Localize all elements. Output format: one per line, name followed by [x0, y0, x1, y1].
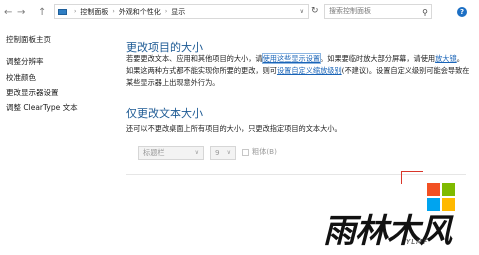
breadcrumb-separator: ›: [164, 8, 168, 15]
annotation-line: [401, 171, 402, 184]
refresh-button[interactable]: ↻: [311, 6, 319, 16]
text-size-description: 还可以不更改桌面上所有项目的大小，只更改指定项目的文本大小。: [126, 124, 342, 133]
chevron-down-icon: ∨: [226, 149, 231, 156]
section-title-text-size: 仅更改文本大小: [126, 107, 203, 120]
divider: [126, 174, 466, 175]
font-size-select[interactable]: 9 ∨: [210, 146, 236, 160]
sidebar-item-resolution[interactable]: 调整分辨率: [6, 56, 44, 67]
search-placeholder: 搜索控制面板: [329, 7, 371, 15]
breadcrumb-display[interactable]: 显示: [171, 7, 185, 17]
bold-checkbox[interactable]: [242, 149, 249, 156]
back-button[interactable]: ←: [4, 8, 12, 18]
display-settings-link[interactable]: 使用这些显示设置: [261, 53, 322, 64]
sidebar-item-display-settings[interactable]: 更改显示器设置: [6, 87, 59, 98]
sidebar-item-home[interactable]: 控制面板主页: [6, 34, 51, 45]
sidebar-item-cleartype[interactable]: 调整 ClearType 文本: [6, 102, 78, 113]
watermark-brand: 雨林木风: [323, 211, 452, 250]
search-icon[interactable]: ⚲: [422, 6, 428, 19]
help-icon[interactable]: ?: [457, 7, 467, 17]
logo-square: [442, 183, 455, 196]
paragraph-text: 若要更改文本、应用和其他项目的大小，请: [126, 54, 263, 63]
breadcrumb-control-panel[interactable]: 控制面板: [80, 7, 108, 17]
chevron-down-icon: ∨: [194, 149, 199, 156]
watermark-brand-sub: YLMF: [406, 238, 429, 246]
breadcrumb-separator: ›: [74, 8, 77, 15]
paragraph-text: 。如果要临时放大部分屏幕，请使用: [320, 54, 436, 63]
font-size-select-value: 9: [215, 148, 220, 157]
sidebar-item-calibrate[interactable]: 校准颜色: [6, 72, 36, 83]
annotation-line: [401, 171, 423, 172]
forward-button[interactable]: →: [17, 8, 25, 18]
custom-scaling-link[interactable]: 设置自定义缩放级别: [277, 66, 342, 75]
address-dropdown-icon[interactable]: ∨: [300, 8, 304, 15]
search-input[interactable]: 搜索控制面板 ⚲: [324, 4, 432, 19]
change-size-description: 若要更改文本、应用和其他项目的大小，请使用这些显示设置。如果要临时放大部分屏幕，…: [126, 53, 471, 89]
logo-square: [427, 183, 440, 196]
breadcrumb-separator: ›: [112, 8, 115, 15]
breadcrumb-appearance[interactable]: 外观和个性化: [119, 7, 161, 17]
item-select[interactable]: 标题栏 ∨: [138, 146, 204, 160]
magnifier-link[interactable]: 放大镜: [435, 54, 457, 63]
item-select-value: 标题栏: [143, 148, 165, 157]
up-button[interactable]: ↑: [38, 8, 46, 18]
address-bar[interactable]: › 控制面板 › 外观和个性化 › 显示 ∨: [54, 4, 309, 19]
bold-checkbox-label: 粗体(B): [252, 147, 277, 156]
control-panel-icon: [58, 8, 67, 15]
